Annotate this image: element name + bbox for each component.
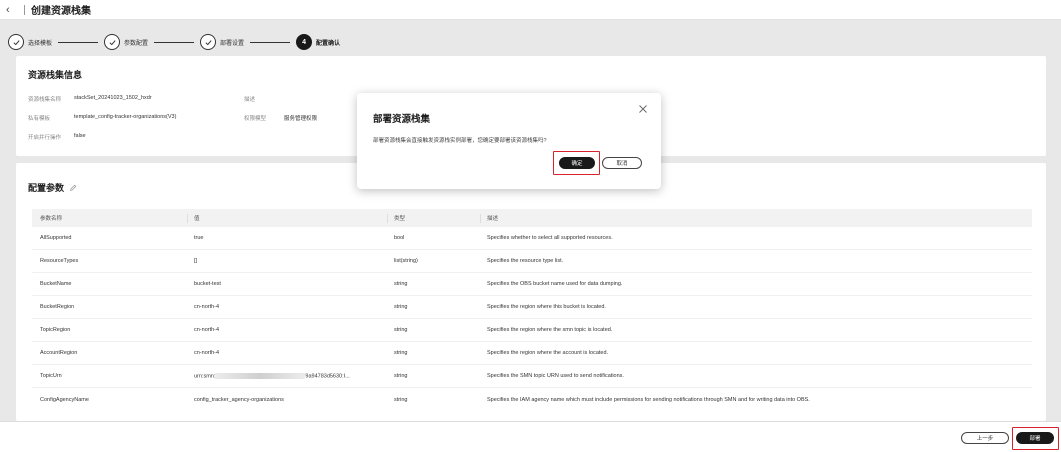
page-title: 创建资源栈集 (31, 6, 91, 17)
wizard-steps: 选择模板 参数配置 部署设置 4 配置确认 (8, 33, 340, 51)
table-row: BucketName bucket-test string Specifies … (32, 273, 1032, 296)
param-name: TopicUrn (40, 373, 62, 379)
info-row-name: 资源栈集名称 stackSet_20241023_1502_hxdr (28, 95, 152, 103)
param-value: cn-north-4 (194, 304, 220, 310)
table-row: ConfigAgencyName config_tracker_agency-o… (32, 388, 1032, 411)
info-row-template: 私有模板 template_config-tracker-organizatio… (28, 114, 176, 122)
param-description: Specifies the IAM agency name which must… (487, 396, 810, 403)
param-type: string (394, 327, 408, 333)
step-label: 部署设置 (220, 40, 245, 47)
table-row: BucketRegion cn-north-4 string Specifies… (32, 296, 1032, 319)
param-value: [] (194, 258, 198, 264)
redacted-mask (215, 372, 306, 379)
step-number: 4 (296, 34, 313, 50)
step-connector (154, 41, 195, 43)
param-description: Specifies the region where the account i… (487, 350, 609, 356)
section-title: 资源栈集信息 (28, 70, 83, 80)
param-value-suffix: 9a94783d5630:I... (305, 373, 350, 380)
param-name: ResourceTypes (40, 258, 79, 264)
step-deploy-settings[interactable]: 部署设置 (200, 34, 244, 50)
parameters-card: 配置参数 参数名称 值 类型 描述 AllSupported true bool… (16, 163, 1046, 421)
column-header: 参数名称 (40, 216, 63, 222)
param-description: Specifies the OBS bucket name used for d… (487, 281, 623, 287)
dialog-message: 部署资源栈集会直接触发资源栈实例部署，您确定要部署该资源栈集吗? (373, 138, 547, 144)
param-value: config_tracker_agency-organizations (194, 396, 284, 403)
info-label: 开启并行操作 (28, 135, 62, 141)
table-row: TopicUrn urn:smn: 9a94783d5630:I... strin… (32, 365, 1032, 388)
param-type: string (394, 281, 408, 287)
param-type: string (394, 350, 408, 356)
highlight-box (1012, 427, 1059, 450)
info-label: 描述 (244, 97, 256, 103)
param-name: BucketRegion (40, 304, 75, 310)
table-row: TopicRegion cn-north-4 string Specifies … (32, 319, 1032, 342)
top-bar: ‹ 创建资源栈集 (0, 0, 1061, 20)
param-value: cn-north-4 (194, 350, 220, 356)
column-header: 类型 (387, 213, 480, 223)
info-row-parallel: 开启并行操作 false (28, 133, 86, 141)
param-value-prefix: urn:smn: (194, 373, 216, 380)
info-value: stackSet_20241023_1502_hxdr (74, 95, 152, 101)
section-title: 配置参数 (28, 183, 65, 193)
param-name: AccountRegion (40, 350, 78, 356)
table-row: AccountRegion cn-north-4 string Specifie… (32, 342, 1032, 365)
param-description: Specifies the SMN topic URN used to send… (487, 373, 624, 379)
param-type: string (394, 373, 408, 379)
divider (24, 4, 25, 15)
close-icon[interactable] (638, 104, 648, 114)
param-description: Specifies whether to select all supporte… (487, 235, 613, 241)
param-description: Specifies the region where this bucket i… (487, 304, 606, 310)
column-header: 值 (187, 213, 387, 223)
table-row: AllSupported true bool Specifies whether… (32, 227, 1032, 250)
check-icon (104, 34, 121, 50)
dialog-title: 部署资源栈集 (373, 114, 431, 125)
step-label: 参数配置 (124, 40, 149, 47)
prev-step-button[interactable]: 上一步 (961, 432, 1009, 444)
info-value: false (74, 133, 86, 139)
param-description: Specifies the resource type list. (487, 258, 564, 264)
info-row-permission: 权限模型 服务管理权限 (244, 114, 317, 122)
table-row: ResourceTypes [] list(string) Specifies … (32, 250, 1032, 273)
param-value: cn-north-4 (194, 327, 220, 333)
params-header: 配置参数 (28, 181, 77, 194)
step-select-template[interactable]: 选择模板 (8, 34, 52, 50)
step-label: 选择模板 (28, 40, 53, 47)
cancel-button[interactable]: 取消 (602, 157, 642, 169)
column-header: 描述 (480, 213, 1032, 223)
info-value: 服务管理权限 (284, 116, 318, 122)
info-row-description: 描述 (244, 95, 290, 103)
info-label: 资源栈集名称 (28, 97, 62, 103)
check-icon (8, 34, 24, 50)
param-name: BucketName (40, 281, 72, 287)
param-type: list(string) (394, 258, 418, 264)
step-label: 配置确认 (316, 40, 341, 47)
step-parameter-config[interactable]: 参数配置 (104, 34, 148, 50)
step-confirm: 4 配置确认 (296, 34, 340, 50)
param-type: bool (394, 235, 405, 241)
param-value: urn:smn: 9a94783d5630:I... (187, 372, 387, 380)
footer-bar: 上一步 部署 (0, 421, 1061, 452)
parameters-table: 参数名称 值 类型 描述 AllSupported true bool Spec… (32, 209, 1032, 411)
check-icon (200, 34, 217, 50)
highlight-box (553, 151, 600, 175)
chevron-left-icon[interactable]: ‹ (6, 4, 18, 16)
param-description: Specifies the region where the smn topic… (487, 327, 613, 333)
step-connector (58, 41, 99, 43)
param-name: TopicRegion (40, 327, 71, 333)
param-value: bucket-test (194, 281, 221, 287)
pencil-icon[interactable] (69, 184, 77, 192)
param-name: ConfigAgencyName (40, 396, 89, 403)
info-value: template_config-tracker-organizations(V3… (74, 114, 177, 120)
info-label: 权限模型 (244, 116, 267, 122)
param-type: string (394, 304, 408, 310)
param-type: string (394, 396, 408, 403)
step-connector (250, 41, 291, 43)
param-name: AllSupported (40, 235, 72, 241)
info-label: 私有模板 (28, 116, 51, 122)
deploy-confirm-dialog: 部署资源栈集 部署资源栈集会直接触发资源栈实例部署，您确定要部署该资源栈集吗? … (357, 93, 661, 189)
param-value: true (194, 235, 204, 241)
table-header: 参数名称 值 类型 描述 (32, 209, 1032, 227)
